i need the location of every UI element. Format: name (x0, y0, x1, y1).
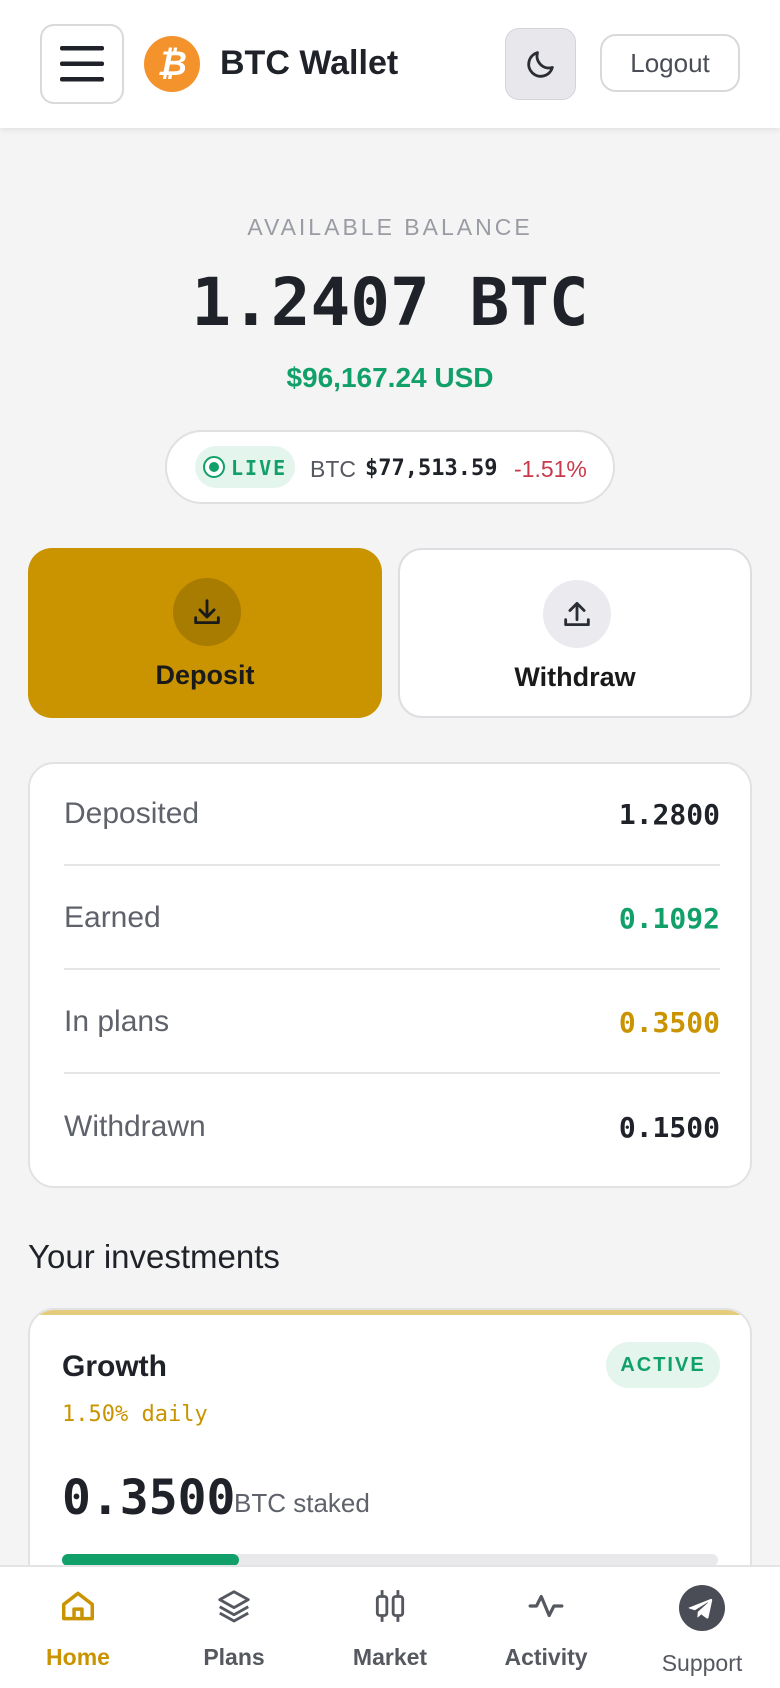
nav-home[interactable]: Home (0, 1567, 156, 1688)
layers-icon (218, 1590, 250, 1623)
logout-button[interactable]: Logout (600, 34, 740, 92)
status-badge: ACTIVE (606, 1342, 720, 1388)
plan-name: Growth (62, 1350, 167, 1383)
stat-label: Earned (64, 901, 161, 934)
staked-amount: 0.3500 (62, 1470, 236, 1526)
nav-label: Home (46, 1644, 110, 1670)
app-title: BTC Wallet (220, 44, 399, 82)
stat-value: 1.2800 (618, 797, 720, 831)
stats-card: Deposited 1.2800 Earned 0.1092 In plans … (28, 762, 752, 1188)
stat-value: 0.1092 (618, 901, 720, 935)
ticker-change: -1.51% (514, 456, 587, 482)
telegram-icon (679, 1585, 725, 1631)
stat-row-withdrawn: Withdrawn 0.1500 (64, 1076, 720, 1178)
withdraw-button[interactable]: Withdraw (398, 548, 752, 718)
stat-label: Withdrawn (64, 1110, 206, 1143)
withdraw-label: Withdraw (514, 662, 636, 692)
deposit-label: Deposit (155, 660, 255, 690)
price-ticker: LIVE BTC $77,513.59 -1.51% (165, 430, 615, 504)
bitcoin-icon: ₿ (144, 36, 200, 92)
deposit-button[interactable]: Deposit (28, 548, 382, 718)
bottom-nav: Home Plans Market Activity Support (0, 1565, 780, 1688)
nav-label: Market (352, 1644, 428, 1670)
candlestick-icon (375, 1590, 405, 1622)
live-label: LIVE (231, 456, 288, 480)
nav-label: Plans (203, 1644, 265, 1670)
theme-toggle-button[interactable] (505, 28, 576, 100)
nav-market[interactable]: Market (312, 1567, 468, 1688)
balance-usd: $96,167.24 USD (286, 362, 494, 393)
home-icon (62, 1591, 94, 1621)
ticker-symbol: BTC (310, 456, 356, 482)
balance-btc: 1.2407 BTC (191, 264, 589, 341)
stat-row-deposited: Deposited 1.2800 (64, 764, 720, 866)
stat-row-in-plans: In plans 0.3500 (64, 972, 720, 1074)
nav-activity[interactable]: Activity (468, 1567, 624, 1688)
menu-button[interactable] (40, 24, 124, 104)
plan-rate: 1.50% daily (62, 1402, 208, 1427)
upload-icon (543, 580, 611, 648)
moon-icon (526, 51, 554, 78)
live-badge: LIVE (195, 446, 295, 488)
stat-label: Deposited (64, 797, 200, 830)
stat-value: 0.1500 (618, 1110, 720, 1144)
app-header: ₿ BTC Wallet Logout (0, 0, 780, 128)
staked-unit: BTC staked (234, 1488, 370, 1518)
nav-label: Support (661, 1650, 743, 1676)
stat-label: In plans (64, 1005, 170, 1038)
nav-support[interactable]: Support (624, 1567, 780, 1688)
live-dot-icon (203, 456, 225, 478)
nav-label: Activity (504, 1644, 588, 1670)
stat-value: 0.3500 (618, 1005, 720, 1039)
balance-label: AVAILABLE BALANCE (247, 214, 533, 240)
download-icon (173, 578, 241, 646)
activity-pulse-icon (528, 1594, 564, 1618)
nav-plans[interactable]: Plans (156, 1567, 312, 1688)
investments-title: Your investments (28, 1238, 280, 1275)
stat-row-earned: Earned 0.1092 (64, 868, 720, 970)
ticker-price: $77,513.59 (365, 456, 498, 481)
hamburger-menu-icon (60, 46, 104, 82)
